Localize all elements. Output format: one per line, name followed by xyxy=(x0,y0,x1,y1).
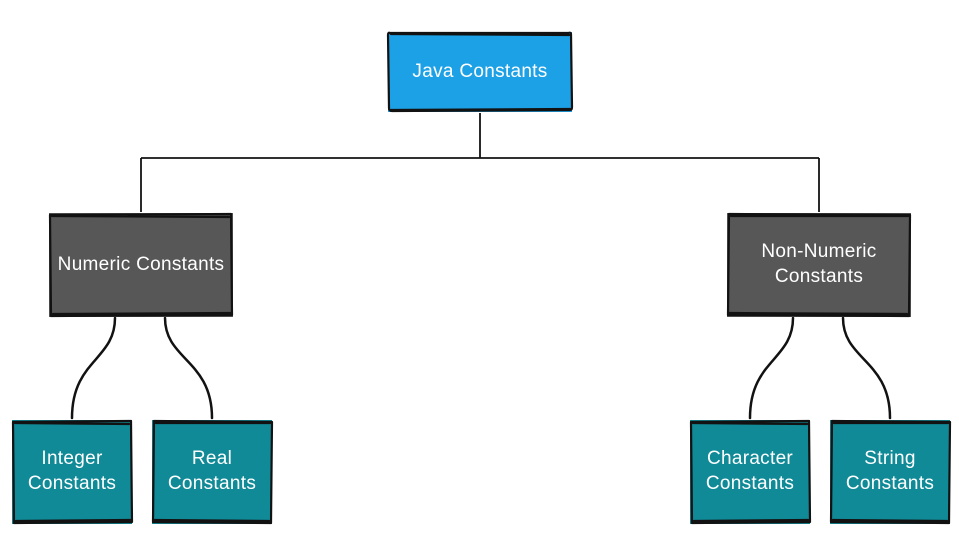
node-real: Real Constants xyxy=(152,420,272,524)
node-string: String Constants xyxy=(830,420,950,524)
node-nonnumeric-label: Non-Numeric Constants xyxy=(761,240,876,289)
node-real-label: Real Constants xyxy=(168,447,256,496)
node-string-label: String Constants xyxy=(846,447,934,496)
node-integer: Integer Constants xyxy=(12,420,132,524)
node-root: Java Constants xyxy=(388,32,572,112)
node-nonnumeric: Non-Numeric Constants xyxy=(727,213,911,317)
node-character-label: Character Constants xyxy=(706,447,794,496)
node-root-label: Java Constants xyxy=(412,60,547,85)
node-character: Character Constants xyxy=(690,420,810,524)
node-numeric: Numeric Constants xyxy=(49,213,233,317)
node-numeric-label: Numeric Constants xyxy=(58,253,225,278)
node-integer-label: Integer Constants xyxy=(28,447,116,496)
